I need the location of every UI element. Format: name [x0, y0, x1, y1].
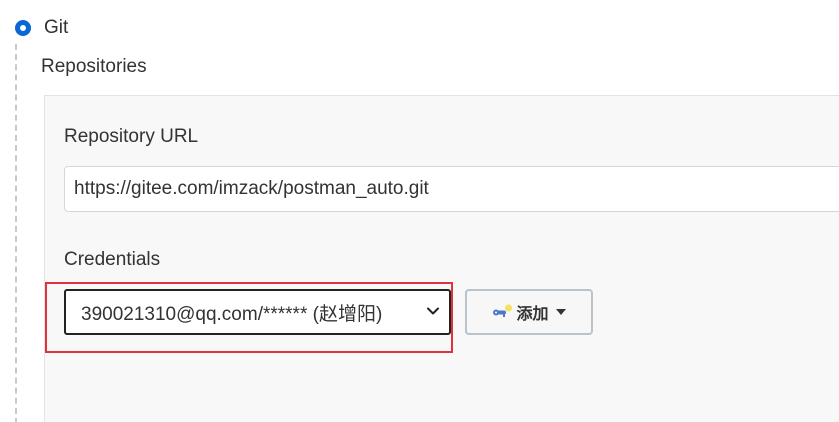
section-guide-line	[15, 44, 17, 422]
git-radio-row[interactable]: Git	[15, 16, 68, 40]
chevron-down-icon	[427, 307, 439, 315]
add-button-label: 添加	[516, 306, 549, 323]
repository-url-label: Repository URL	[64, 126, 199, 147]
add-credentials-button[interactable]: 添加	[465, 289, 593, 335]
git-scm-config: Git Repositories Repository URL https://…	[0, 0, 839, 422]
caret-down-icon	[555, 309, 566, 315]
key-icon	[493, 304, 513, 317]
credentials-selected-value: 390021310@qq.com/****** (赵增阳)	[81, 303, 383, 325]
repositories-title: Repositories	[41, 56, 147, 77]
credentials-select[interactable]: 390021310@qq.com/****** (赵增阳)	[64, 289, 451, 335]
git-radio-button[interactable]	[15, 20, 31, 36]
credentials-label: Credentials	[64, 249, 161, 270]
repository-url-input[interactable]: https://gitee.com/imzack/postman_auto.gi…	[64, 166, 839, 212]
git-radio-label[interactable]: Git	[44, 17, 68, 39]
